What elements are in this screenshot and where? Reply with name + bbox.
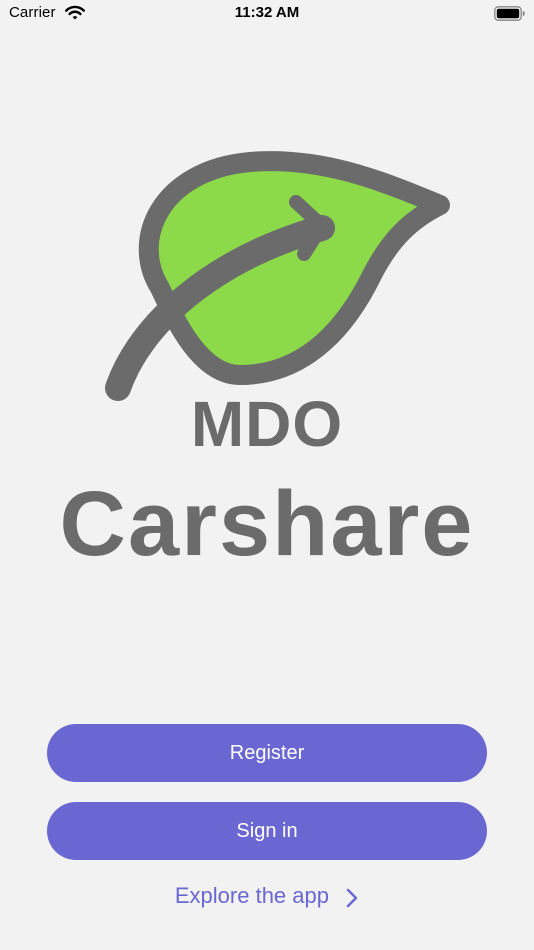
chevron-right-icon	[345, 886, 359, 908]
brand-line-2: Carshare	[59, 473, 475, 575]
explore-app-link[interactable]: Explore the app	[0, 880, 534, 912]
sign-in-button[interactable]: Sign in	[47, 802, 487, 860]
register-button[interactable]: Register	[47, 724, 487, 782]
brand-line-1: MDO	[190, 388, 344, 460]
status-bar: Carrier 11:32 AM	[0, 0, 534, 28]
battery-icon	[494, 6, 526, 21]
explore-app-label: Explore the app	[174, 883, 329, 908]
status-time: 11:32 AM	[234, 4, 300, 21]
